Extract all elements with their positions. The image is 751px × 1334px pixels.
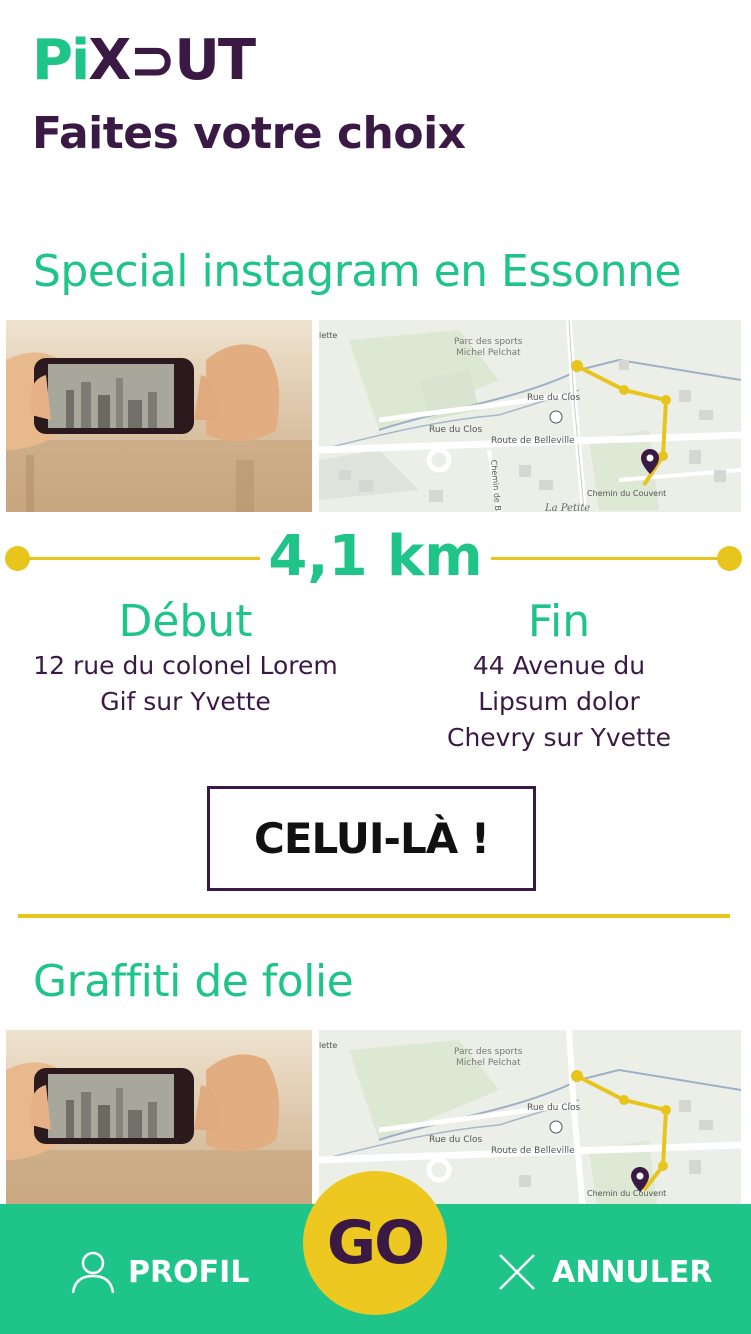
route-distance-row: 4,1 km [0, 520, 751, 600]
app-logo: Pi X⊃UT [32, 27, 256, 93]
profile-label: PROFIL [128, 1254, 250, 1290]
map-label-road: Rue du Clos [527, 393, 581, 403]
map-label-park-2: Michel Pelchat [456, 1058, 521, 1068]
map-label-road: lette [319, 331, 337, 340]
route-end-address-line: Lipsum dolor [478, 687, 640, 716]
map-label-road: lette [319, 1041, 337, 1050]
logo-pi: Pi [32, 27, 90, 93]
logo-xout: X⊃UT [88, 27, 256, 93]
map-label-road: Route de Belleville [491, 436, 575, 446]
map-label-area: La Petite [544, 503, 590, 512]
map-label-road: Rue du Clos [429, 1135, 483, 1145]
map-label-road: Chemin du Couvent [587, 1189, 666, 1198]
route-title: Graffiti de folie [33, 956, 354, 1007]
route-end-address-line: 44 Avenue du [472, 651, 646, 680]
section-divider [18, 914, 730, 918]
route-map[interactable]: Parc des sports Michel Pelchat Rue du Cl… [319, 320, 741, 512]
route-start: Début 12 rue du colonel Lorem Gif sur Yv… [8, 596, 363, 720]
cancel-label: ANNULER [552, 1254, 713, 1290]
route-photo[interactable] [6, 1030, 312, 1204]
person-icon [70, 1250, 116, 1294]
route-photo[interactable] [6, 320, 312, 512]
map-label-park-2: Michel Pelchat [456, 348, 521, 358]
choose-route-button[interactable]: CELUI-LÀ ! [207, 786, 536, 891]
map-label-road: Rue du Clos [527, 1103, 581, 1113]
page-title: Faites votre choix [32, 108, 466, 159]
go-button[interactable]: GO [303, 1171, 447, 1315]
photo-hands-phone-illustration [6, 320, 312, 512]
route-title: Special instagram en Essonne [33, 246, 681, 297]
close-icon [498, 1253, 536, 1291]
photo-hands-phone-illustration [6, 1030, 312, 1204]
route-start-label: Début [118, 596, 253, 647]
route-end-label: Fin [527, 596, 591, 647]
map-illustration: Parc des sports Michel Pelchat Rue du Cl… [319, 320, 741, 512]
map-label-park-1: Parc des sports [454, 337, 523, 347]
route-end-address-line: Chevry sur Yvette [446, 723, 672, 752]
route-end: Fin 44 Avenue du Lipsum dolor Chevry sur… [400, 596, 718, 756]
route-start-address-line: 12 rue du colonel Lorem [33, 651, 338, 680]
route-distance: 4,1 km [0, 524, 751, 589]
cancel-button[interactable]: ANNULER [498, 1250, 713, 1294]
map-label-road: Route de Belleville [491, 1146, 575, 1156]
route-start-address-line: Gif sur Yvette [100, 687, 271, 716]
profile-button[interactable]: PROFIL [70, 1250, 249, 1294]
route-distance-value: 4,1 km [260, 524, 491, 589]
map-label-road: Chemin du Couvent [587, 489, 666, 498]
map-label-park-1: Parc des sports [454, 1047, 523, 1057]
map-label-road: Rue du Clos [429, 425, 483, 435]
